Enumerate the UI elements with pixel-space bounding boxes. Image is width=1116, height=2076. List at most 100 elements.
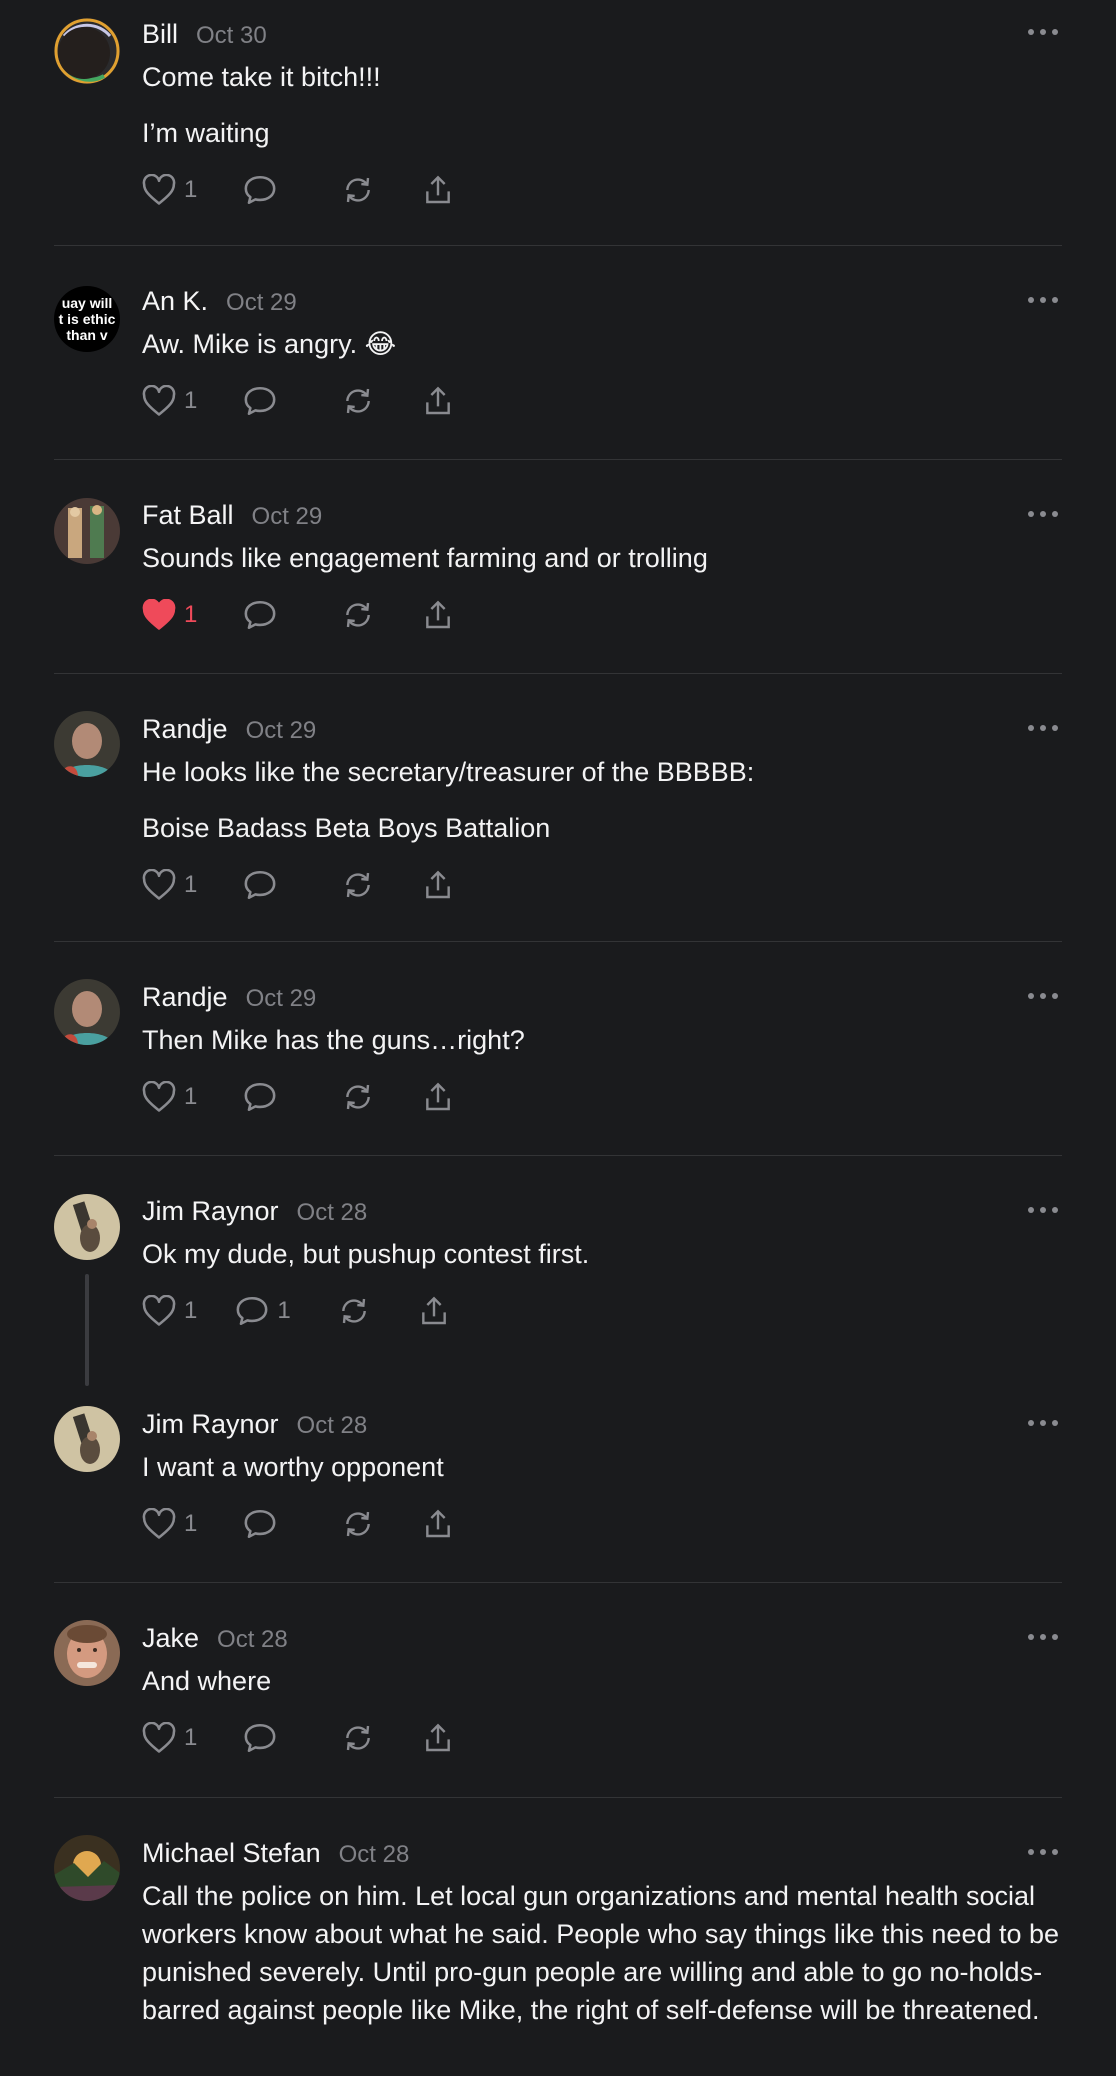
author-name[interactable]: Jake	[142, 1620, 199, 1656]
comment-text: Then Mike has the guns…right?	[142, 1025, 525, 1055]
action-bar: 1	[142, 381, 1062, 421]
comment-icon	[244, 600, 276, 630]
more-icon[interactable]	[1028, 1848, 1058, 1856]
avatar[interactable]	[54, 1406, 120, 1472]
author-name[interactable]: Michael Stefan	[142, 1835, 321, 1871]
like-button[interactable]: 1	[142, 869, 197, 901]
like-button[interactable]: 1	[142, 174, 197, 206]
author-name[interactable]: An K.	[142, 283, 208, 319]
repost-button[interactable]	[341, 1508, 375, 1540]
comment-icon	[244, 870, 276, 900]
comment-text: I’m waiting	[142, 118, 270, 148]
avatar[interactable]: uay will t is ethic than v	[54, 286, 120, 352]
avatar[interactable]	[54, 1835, 120, 1901]
repost-button[interactable]	[341, 1722, 375, 1754]
more-icon[interactable]	[1028, 1419, 1058, 1427]
like-button[interactable]: 1	[142, 1508, 197, 1540]
repost-icon	[346, 1511, 371, 1537]
share-icon	[426, 600, 451, 629]
comment-post: Bill Oct 30 Come take it bitch!!! I’m wa…	[54, 0, 1062, 246]
share-button[interactable]	[421, 174, 455, 206]
share-button[interactable]	[417, 1295, 451, 1327]
author-name[interactable]: Fat Ball	[142, 497, 234, 533]
avatar-text: than v	[66, 327, 108, 343]
repost-button[interactable]	[337, 1295, 371, 1327]
avatar[interactable]	[54, 18, 120, 84]
more-icon[interactable]	[1028, 296, 1058, 304]
more-icon[interactable]	[1028, 1633, 1058, 1641]
reply-count: 1	[277, 1297, 291, 1324]
reply-button[interactable]	[243, 1722, 295, 1754]
like-count: 1	[184, 871, 198, 898]
avatar-text: t is ethic	[58, 311, 116, 327]
author-name[interactable]: Jim Raynor	[142, 1406, 279, 1442]
share-button[interactable]	[421, 385, 455, 417]
post-date: Oct 29	[226, 289, 297, 316]
reply-button[interactable]: 1	[235, 1295, 291, 1327]
more-icon[interactable]	[1028, 28, 1058, 36]
like-button[interactable]: 1	[142, 1722, 197, 1754]
avatar[interactable]	[54, 498, 120, 564]
share-button[interactable]	[421, 1508, 455, 1540]
action-bar: 1	[142, 1504, 1062, 1544]
avatar[interactable]	[54, 1620, 120, 1686]
heart-icon	[142, 1722, 176, 1753]
author-name[interactable]: Randje	[142, 979, 228, 1015]
heart-icon	[142, 174, 176, 205]
like-button[interactable]: 1	[142, 599, 197, 631]
avatar-text: uay will	[61, 295, 113, 311]
comment-text: Call the police on him. Let local gun or…	[142, 1881, 1060, 2025]
more-icon[interactable]	[1028, 992, 1058, 1000]
like-count: 1	[184, 387, 198, 414]
reply-button[interactable]	[243, 385, 295, 417]
more-icon[interactable]	[1028, 510, 1058, 518]
repost-icon	[341, 1298, 366, 1324]
reply-button[interactable]	[243, 174, 295, 206]
repost-button[interactable]	[341, 385, 375, 417]
comment-icon	[244, 175, 276, 205]
share-icon	[421, 1296, 446, 1325]
more-icon[interactable]	[1028, 1206, 1058, 1214]
comment-icon	[236, 1296, 268, 1326]
share-button[interactable]	[421, 1081, 455, 1113]
comment-post: Jim Raynor Oct 28 Ok my dude, but pushup…	[54, 1156, 1062, 1386]
post-date: Oct 29	[251, 503, 323, 530]
like-count: 1	[184, 601, 198, 628]
comment-text: And where	[142, 1666, 272, 1696]
share-icon	[426, 386, 451, 415]
like-count: 1	[184, 176, 198, 203]
like-button[interactable]: 1	[142, 1295, 197, 1327]
comment-text: Aw. Mike is angry. 😂	[142, 329, 397, 359]
repost-button[interactable]	[341, 869, 375, 901]
reply-button[interactable]	[243, 1508, 295, 1540]
like-button[interactable]: 1	[142, 1081, 197, 1113]
avatar[interactable]	[54, 1194, 120, 1260]
more-icon[interactable]	[1028, 724, 1058, 732]
share-button[interactable]	[421, 869, 455, 901]
comment-text: He looks like the secretary/treasurer of…	[142, 757, 755, 787]
like-button[interactable]: 1	[142, 385, 197, 417]
reply-button[interactable]	[243, 599, 295, 631]
repost-icon	[346, 388, 371, 414]
repost-button[interactable]	[341, 1081, 375, 1113]
post-date: Oct 30	[196, 22, 267, 49]
share-button[interactable]	[421, 1722, 455, 1754]
avatar[interactable]	[54, 979, 120, 1045]
author-name[interactable]: Jim Raynor	[142, 1193, 279, 1229]
share-button[interactable]	[421, 599, 455, 631]
heart-icon	[142, 599, 176, 630]
repost-button[interactable]	[341, 599, 375, 631]
avatar[interactable]	[54, 711, 120, 777]
reply-button[interactable]	[243, 869, 295, 901]
action-bar: 1	[142, 1718, 1062, 1758]
author-name[interactable]: Bill	[142, 16, 178, 52]
post-date: Oct 28	[296, 1199, 368, 1226]
action-bar: 1	[142, 595, 1062, 635]
author-name[interactable]: Randje	[142, 711, 228, 747]
repost-button[interactable]	[341, 174, 375, 206]
reply-button[interactable]	[243, 1081, 295, 1113]
comment-text: Ok my dude, but pushup contest first.	[142, 1239, 590, 1269]
repost-icon	[346, 1725, 371, 1751]
share-icon	[426, 870, 451, 899]
heart-icon	[142, 1295, 176, 1326]
